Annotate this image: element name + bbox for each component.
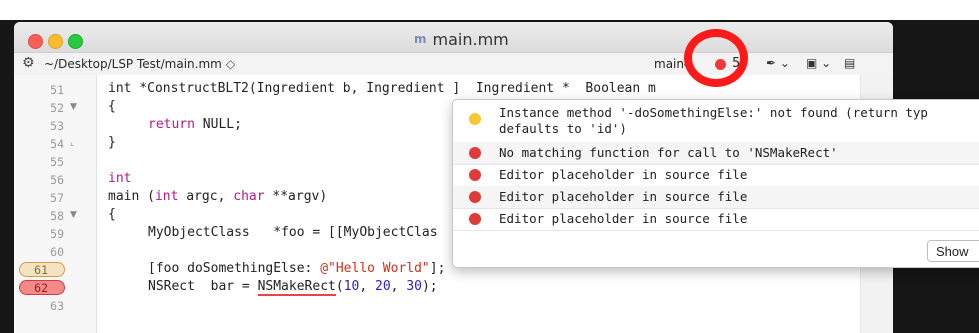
code-line-57: main (int argc, char **argv) (108, 189, 328, 204)
warning-line-marker[interactable]: 61 (19, 262, 65, 277)
chevron-updown-icon: ◇ (225, 57, 236, 71)
top-strip (0, 0, 979, 20)
line-number: 53 (50, 119, 64, 133)
line-number: 60 (50, 245, 64, 259)
line-number: 51 (50, 83, 64, 97)
error-line-marker[interactable]: 62 (19, 280, 65, 295)
issue-row[interactable]: Editor placeholder in source file (453, 186, 979, 209)
line-number: 54 (50, 137, 64, 151)
minimize-window-button[interactable] (48, 34, 63, 49)
issue-row[interactable]: Instance method '-doSomethingElse:' not … (453, 100, 979, 143)
error-dot-icon (469, 147, 481, 159)
error-dot-icon (469, 213, 481, 225)
window-title: m main.mm (414, 29, 509, 49)
code-line-56: int (108, 171, 132, 186)
line-number: 56 (50, 173, 64, 187)
issue-message: No matching function for call to 'NSMake… (499, 145, 838, 160)
issue-message: Instance method '-doSomethingElse:' not … (499, 105, 928, 136)
code-line-62: NSRect bar = NSMakeRect(10, 20, 30); (148, 279, 438, 296)
code-line-54: } (108, 135, 116, 150)
fold-triangle-icon[interactable]: ▼ (70, 102, 77, 112)
error-underline: NSMakeRect (257, 279, 336, 296)
line-number: 57 (50, 191, 64, 205)
code-line-52: { (108, 99, 116, 114)
issue-message: Editor placeholder in source file (499, 167, 748, 182)
fold-end-icon: ⌞ (70, 138, 75, 148)
code-line-61: [foo doSomethingElse: @"Hello World"]; (148, 261, 446, 276)
issue-row[interactable]: No matching function for call to 'NSMake… (453, 142, 979, 165)
error-dot-icon (469, 191, 481, 203)
line-number: 52 (50, 101, 64, 115)
code-line-58: { (108, 207, 116, 222)
line-number: 58 (50, 209, 64, 223)
line-number: 63 (50, 299, 64, 313)
scheme-label: main (654, 57, 684, 71)
line-number: 55 (50, 155, 64, 169)
fold-triangle-icon[interactable]: ▼ (70, 210, 77, 220)
zoom-window-button[interactable] (68, 34, 83, 49)
file-path-text: ~/Desktop/LSP Test/main.mm (44, 57, 222, 71)
gear-icon[interactable]: ⚙ (22, 55, 35, 71)
issue-row[interactable]: Editor placeholder in source file (453, 208, 979, 231)
pen-icon[interactable]: ✒ ⌄ (766, 56, 790, 70)
file-path-breadcrumb[interactable]: ~/Desktop/LSP Test/main.mm ◇ (44, 57, 235, 71)
line-number: 59 (50, 227, 64, 241)
issue-row[interactable]: Editor placeholder in source file (453, 164, 979, 187)
window-title-text: main.mm (432, 29, 509, 49)
warning-dot-icon (469, 113, 481, 125)
code-line-51: int *ConstructBLT2(Ingredient b, Ingredi… (108, 81, 656, 96)
file-icon: m (414, 32, 427, 46)
issue-message: Editor placeholder in source file (499, 189, 748, 204)
annotation-circle (684, 29, 748, 87)
jump-bar: ⚙ ~/Desktop/LSP Test/main.mm ◇ main◇ 5 ✒ … (14, 52, 893, 76)
issue-message: Editor placeholder in source file (499, 211, 748, 226)
issues-popover: Instance method '-doSomethingElse:' not … (452, 99, 979, 268)
line-number-gutter: 51 52 ▼ 53 54 ⌞ 55 56 57 58 ▼ 59 60 61 6… (14, 75, 97, 333)
code-line-59: MyObjectClass *foo = [[MyObjectClas (148, 225, 438, 240)
document-icon[interactable]: ▤ (844, 56, 855, 70)
code-line-53: return NULL; (148, 117, 242, 132)
editor-layout-icon[interactable]: ▣ ⌄ (806, 56, 831, 70)
close-window-button[interactable] (28, 34, 43, 49)
title-bar: m main.mm (14, 22, 893, 52)
error-dot-icon (469, 169, 481, 181)
show-issues-button[interactable]: Show (927, 240, 979, 262)
